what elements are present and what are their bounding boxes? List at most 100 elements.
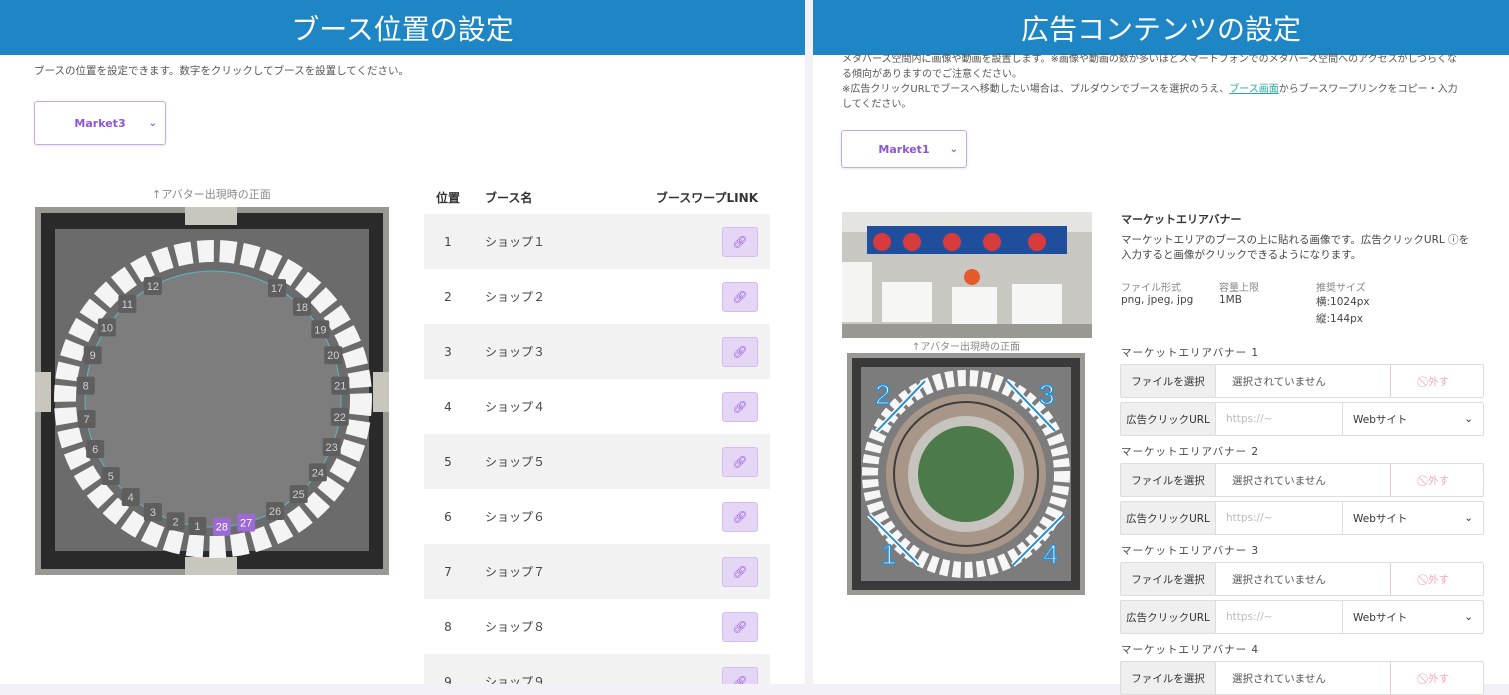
url-input[interactable]: https://~ bbox=[1216, 502, 1343, 534]
market-select[interactable]: Market3 ⌄ bbox=[34, 101, 166, 145]
link-icon: 🔗︎ bbox=[732, 399, 748, 414]
market-select-value: Market3 bbox=[74, 116, 126, 130]
banner-label: マーケットエリアバナー 4 bbox=[1121, 644, 1260, 656]
url-row: 広告クリックURL https://~ Webサイト ⌄ bbox=[1120, 600, 1484, 634]
file-select-button[interactable]: ファイルを選択 bbox=[1121, 365, 1216, 397]
row-booth-name: ショップ２ bbox=[485, 290, 546, 304]
table-row: 7 ショップ７ 🔗︎ bbox=[424, 544, 770, 599]
link-type-select[interactable]: Webサイト ⌄ bbox=[1343, 601, 1483, 633]
copy-link-button[interactable]: 🔗︎ bbox=[722, 281, 758, 312]
map-caption: ↑アバター出現時の正面 bbox=[912, 342, 1020, 353]
seat-number[interactable]: 2 bbox=[173, 516, 179, 528]
banner-label: マーケットエリアバナー 2 bbox=[1121, 446, 1260, 458]
col-booth-name: ブース名 bbox=[485, 190, 533, 205]
booth-screen-link[interactable]: ブース画面 bbox=[1229, 84, 1279, 95]
copy-link-button[interactable]: 🔗︎ bbox=[722, 556, 758, 587]
remove-button[interactable]: ⃠ 外す bbox=[1390, 662, 1483, 694]
seat-number[interactable]: 21 bbox=[334, 381, 346, 393]
link-icon: 🔗︎ bbox=[732, 234, 748, 249]
table-row: 9 ショップ９ 🔗︎ bbox=[424, 654, 770, 684]
link-type-select[interactable]: Webサイト ⌄ bbox=[1343, 403, 1483, 435]
row-position: 9 bbox=[444, 674, 452, 685]
copy-link-button[interactable]: 🔗︎ bbox=[722, 501, 758, 532]
seat-number[interactable]: 11 bbox=[122, 299, 133, 311]
file-row: ファイルを選択 選択されていません⃠ 外す bbox=[1120, 364, 1484, 398]
row-position: 6 bbox=[444, 509, 452, 524]
file-select-button[interactable]: ファイルを選択 bbox=[1121, 662, 1216, 694]
market-select-value: Market1 bbox=[878, 142, 930, 156]
remove-button[interactable]: ⃠ 外す bbox=[1390, 365, 1483, 397]
ad-description: メタバース空間内に画像や動画を設置します。※画像や動画の数が多いほどスマートフォ… bbox=[842, 52, 1482, 112]
file-name: 選択されていません bbox=[1232, 672, 1326, 685]
url-input[interactable]: https://~ bbox=[1216, 601, 1343, 633]
copy-link-button[interactable]: 🔗︎ bbox=[722, 666, 758, 684]
col-warp-link: ブースワープLINK bbox=[655, 190, 758, 205]
seat-number[interactable]: 28 bbox=[216, 522, 228, 534]
seat-number[interactable]: 27 bbox=[240, 518, 252, 530]
chevron-down-icon: ⌄ bbox=[949, 143, 958, 155]
seat-number[interactable]: 17 bbox=[271, 283, 283, 295]
row-position: 5 bbox=[444, 454, 452, 469]
seat-number[interactable]: 8 bbox=[83, 381, 89, 393]
seat-number[interactable]: 4 bbox=[128, 492, 134, 504]
seat-number[interactable]: 9 bbox=[90, 350, 96, 362]
url-label: 広告クリックURL bbox=[1121, 502, 1216, 534]
copy-link-button[interactable]: 🔗︎ bbox=[722, 391, 758, 422]
seat-number[interactable]: 12 bbox=[147, 281, 159, 293]
file-name: 選択されていません bbox=[1232, 375, 1326, 388]
file-name: 選択されていません bbox=[1232, 573, 1326, 586]
seat-number[interactable]: 23 bbox=[326, 442, 338, 454]
row-booth-name: ショップ７ bbox=[485, 565, 546, 579]
url-input[interactable]: https://~ bbox=[1216, 403, 1343, 435]
link-icon: 🔗︎ bbox=[732, 619, 748, 634]
copy-link-button[interactable]: 🔗︎ bbox=[722, 446, 758, 477]
remove-button[interactable]: ⃠ 外す bbox=[1390, 464, 1483, 496]
url-row: 広告クリックURL https://~ Webサイト ⌄ bbox=[1120, 501, 1484, 535]
section-title: マーケットエリアバナー bbox=[1121, 213, 1242, 226]
seat-number[interactable]: 5 bbox=[108, 471, 114, 483]
seat-number[interactable]: 19 bbox=[314, 324, 326, 336]
seat-number[interactable]: 6 bbox=[92, 444, 98, 456]
meta-label: 推奨サイズ bbox=[1316, 283, 1366, 294]
seat-number[interactable]: 22 bbox=[334, 412, 346, 424]
copy-link-button[interactable]: 🔗︎ bbox=[722, 336, 758, 367]
table-row: 1 ショップ１ 🔗︎ bbox=[424, 214, 770, 269]
row-booth-name: ショップ５ bbox=[485, 455, 546, 469]
copy-link-button[interactable]: 🔗︎ bbox=[722, 226, 758, 257]
seat-number[interactable]: 7 bbox=[84, 414, 90, 426]
desc-line: メタバース空間内に画像や動画を設置します。※画像や動画の数が多いほどスマートフォ… bbox=[842, 54, 1457, 65]
url-row: 広告クリックURL https://~ Webサイト ⌄ bbox=[1120, 402, 1484, 436]
banner-label: マーケットエリアバナー 3 bbox=[1121, 545, 1260, 557]
remove-button[interactable]: ⃠ 外す bbox=[1390, 563, 1483, 595]
seat-number[interactable]: 3 bbox=[150, 507, 156, 519]
seat-number[interactable]: 10 bbox=[101, 322, 113, 334]
table-header: 位置 ブース名 ブースワープLINK bbox=[424, 180, 770, 214]
desc-line: る傾向がありますのでご注意ください。 bbox=[842, 69, 1022, 80]
corner-label-1: 1 bbox=[881, 539, 897, 570]
seat-number[interactable]: 18 bbox=[296, 302, 308, 314]
file-select-button[interactable]: ファイルを選択 bbox=[1121, 464, 1216, 496]
table-row: 4 ショップ４ 🔗︎ bbox=[424, 379, 770, 434]
file-row: ファイルを選択 選択されていません⃠ 外す bbox=[1120, 661, 1484, 695]
seat-number[interactable]: 1 bbox=[194, 521, 200, 533]
row-booth-name: ショップ９ bbox=[485, 675, 546, 684]
desc-text: からブースワープリンクをコピー・入力 bbox=[1278, 84, 1458, 95]
market-area-map[interactable]: 1 2 3 4 bbox=[847, 353, 1085, 595]
market-select[interactable]: Market1 ⌄ bbox=[841, 130, 967, 168]
section-desc-line: 入力すると画像がクリックできるようになります。 bbox=[1121, 249, 1362, 261]
seat-number[interactable]: 25 bbox=[293, 489, 305, 501]
copy-link-button[interactable]: 🔗︎ bbox=[722, 611, 758, 642]
seat-number[interactable]: 26 bbox=[269, 506, 281, 518]
file-select-button[interactable]: ファイルを選択 bbox=[1121, 563, 1216, 595]
row-position: 8 bbox=[444, 619, 452, 634]
desc-text: ※広告クリックURLでブースへ移動したい場合は、プルダウンでブースを選択のうえ、 bbox=[842, 84, 1230, 95]
booth-map[interactable]: 123456789101112 171819202122232425262728 bbox=[35, 207, 389, 575]
seat-number[interactable]: 20 bbox=[327, 350, 339, 362]
meta-label: 容量上限 bbox=[1219, 283, 1259, 294]
link-type-select[interactable]: Webサイト ⌄ bbox=[1343, 502, 1483, 534]
page-title: ブース位置の設定 bbox=[0, 0, 805, 55]
file-name: 選択されていません bbox=[1232, 474, 1326, 487]
seat-number[interactable]: 24 bbox=[312, 467, 324, 479]
link-icon: 🔗︎ bbox=[732, 344, 748, 359]
row-position: 1 bbox=[444, 234, 452, 249]
